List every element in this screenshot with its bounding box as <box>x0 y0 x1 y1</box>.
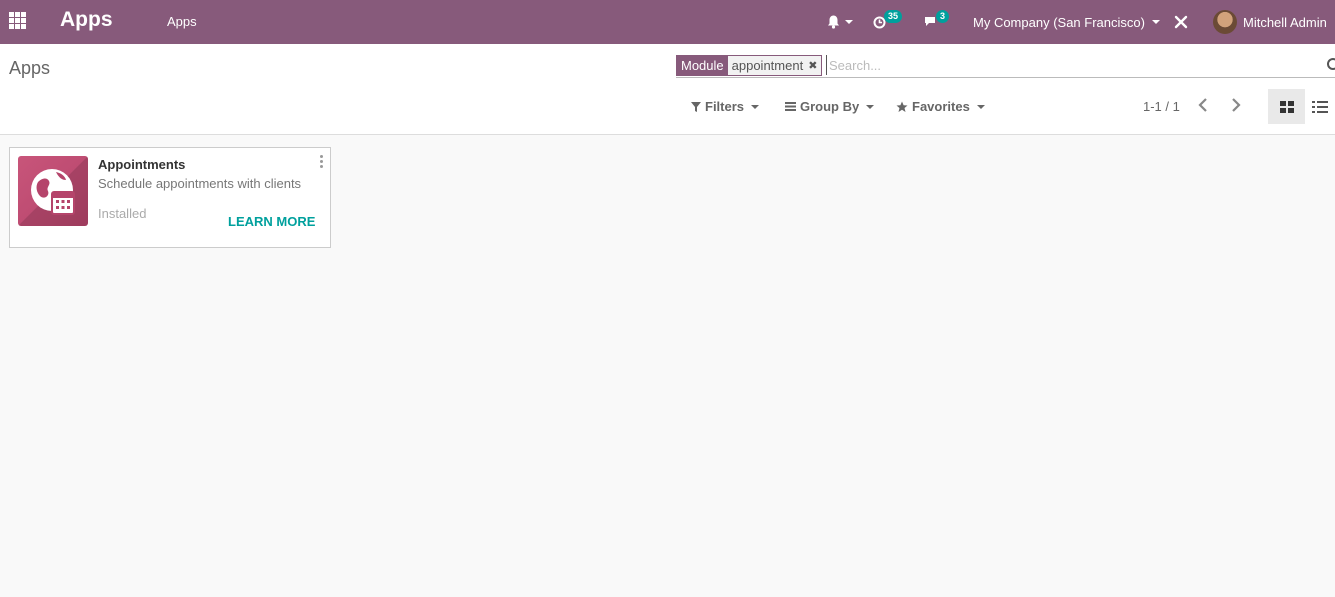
pager-next-button[interactable] <box>1227 96 1245 114</box>
close-icon[interactable]: ✖ <box>808 59 817 72</box>
app-name: Appointments <box>98 157 186 172</box>
filter-icon <box>691 101 701 112</box>
main-navbar: Apps Apps 35 3 My Company (San Francisco… <box>0 0 1335 44</box>
notifications-bell-button[interactable] <box>827 0 853 44</box>
chevron-down-icon <box>845 20 853 24</box>
avatar <box>1213 10 1237 34</box>
pager-previous-button[interactable] <box>1195 96 1213 114</box>
star-icon <box>896 101 908 112</box>
menu-item-apps[interactable]: Apps <box>167 14 197 29</box>
learn-more-button[interactable]: LEARN MORE <box>228 214 315 229</box>
messages-count-badge: 3 <box>936 10 950 23</box>
appointment-globe-calendar-icon <box>18 156 88 226</box>
tools-icon <box>1174 15 1188 29</box>
user-name: Mitchell Admin <box>1243 14 1327 30</box>
app-menu-grid-icon[interactable] <box>9 12 27 30</box>
activities-count-badge: 35 <box>884 10 903 23</box>
chevron-down-icon <box>866 104 875 109</box>
bars-icon <box>785 102 796 111</box>
facet-value-wrap: appointment ✖ <box>727 56 822 75</box>
messages-button[interactable] <box>924 0 938 44</box>
chevron-down-icon <box>1151 20 1160 24</box>
search-facet: Module appointment ✖ <box>676 55 823 76</box>
company-switcher[interactable]: My Company (San Francisco) <box>973 0 1160 44</box>
kanban-view-button[interactable] <box>1268 89 1305 124</box>
app-card[interactable]: Appointments Schedule appointments with … <box>9 147 331 248</box>
app-status: Installed <box>98 206 147 221</box>
search-bar: Module appointment ✖ <box>676 55 1335 78</box>
facet-value: appointment <box>731 58 804 73</box>
search-icon[interactable] <box>1327 58 1335 70</box>
list-icon <box>1312 100 1328 113</box>
favorites-label: Favorites <box>912 99 970 114</box>
list-view-button[interactable] <box>1305 89 1335 124</box>
pager-value[interactable]: 1-1 / 1 <box>1143 99 1180 114</box>
kanban-grid-icon <box>1279 100 1294 113</box>
company-name: My Company (San Francisco) <box>973 14 1145 30</box>
app-summary: Schedule appointments with clients <box>98 176 302 191</box>
debug-tools-button[interactable] <box>1174 0 1188 44</box>
chevron-down-icon <box>751 104 760 109</box>
activities-button[interactable] <box>873 0 886 44</box>
group-by-button[interactable]: Group By <box>785 99 875 114</box>
search-input[interactable] <box>826 55 1306 75</box>
control-panel: Apps Module appointment ✖ Filters Group … <box>0 44 1335 135</box>
breadcrumb[interactable]: Apps <box>9 58 50 79</box>
chevron-left-icon <box>1198 98 1207 112</box>
filters-button[interactable]: Filters <box>691 99 760 114</box>
app-icon-graphic <box>18 156 88 226</box>
user-menu[interactable]: Mitchell Admin <box>1213 0 1327 44</box>
bell-icon <box>828 15 839 29</box>
facet-label: Module <box>677 56 728 75</box>
filters-label: Filters <box>705 99 745 114</box>
favorites-button[interactable]: Favorites <box>896 99 985 114</box>
brand-title: Apps <box>60 8 113 31</box>
chevron-right-icon <box>1232 98 1241 112</box>
group-by-label: Group By <box>800 99 860 114</box>
card-menu-icon[interactable] <box>318 155 324 169</box>
chevron-down-icon <box>976 104 985 109</box>
